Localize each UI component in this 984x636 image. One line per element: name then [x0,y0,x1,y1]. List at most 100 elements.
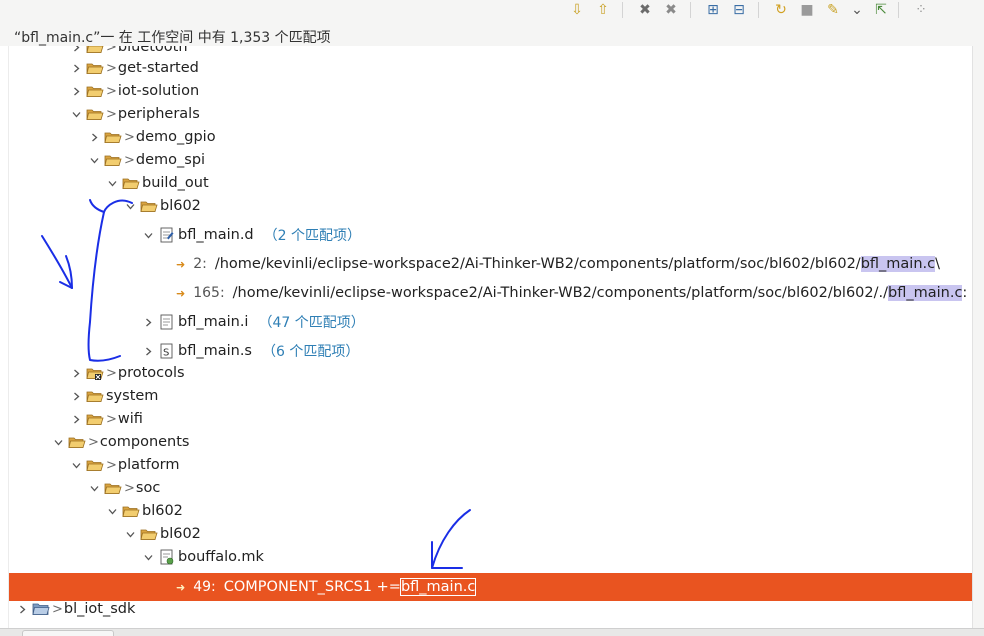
chevron-right-icon[interactable] [69,408,83,430]
chevron-right-icon[interactable] [87,126,101,148]
twisty-placeholder [159,253,173,275]
tree-row[interactable]: bouffalo.mk [9,546,973,568]
tree-item-label: protocols [117,365,185,381]
show-previous-searches-button[interactable]: ✎ [822,0,844,20]
chevron-down-icon[interactable] [141,224,155,246]
chevron-right-icon[interactable] [69,362,83,384]
tree-row[interactable]: bl602 [9,195,973,217]
tree-item-label: wifi [117,411,143,427]
vcs-dirty-marker: > [106,46,117,55]
match-line-number: 2: [193,256,207,272]
tree-row[interactable]: > bl_iot_sdk [9,598,973,620]
chevron-down-icon[interactable] [123,195,137,217]
chevron-down-icon[interactable] [87,477,101,499]
tree-item-label: bl_iot_sdk [63,601,136,617]
show-next-match-button[interactable]: ⇩ [566,0,588,20]
tree-row[interactable]: > soc [9,477,973,499]
collapse-all-button[interactable]: ⊟ [728,0,750,20]
svg-text:S: S [163,348,169,359]
tree-row[interactable]: bl602 [9,523,973,545]
search-results-tree[interactable]: > bluetooth > get-started > iot-solution > peri… [8,46,973,628]
vcs-dirty-marker: > [106,83,117,99]
tree-item-label: bl602 [160,198,201,214]
match-highlight: bfl_main.c [399,578,477,596]
tree-row[interactable]: > demo_gpio [9,126,973,148]
view-menu-button[interactable]: ⁘ [910,0,932,20]
tree-row[interactable]: > get-started [9,57,973,79]
twisty-placeholder [159,282,173,304]
tree-row[interactable]: > protocols [9,362,973,384]
chevron-down-icon[interactable] [141,546,155,568]
folder-icon [86,411,104,427]
vcs-dirty-marker: > [124,480,135,496]
folder-icon [140,526,158,542]
cancel-current-search-button[interactable]: ■ [796,0,818,20]
expand-all-button[interactable]: ⊞ [702,0,724,20]
tree-item-label: bl602 [142,503,183,519]
tree-item-label: build_out [142,175,209,191]
chevron-right-icon[interactable] [15,598,29,620]
assembly-file-icon: S [158,343,176,359]
tree-row[interactable]: > peripherals [9,103,973,125]
chevron-down-icon[interactable] [123,523,137,545]
tree-row[interactable]: bfl_main.d （2 个匹配项） [9,221,973,249]
match-line-number: 165: [193,285,225,301]
tree-item-label: platform [117,457,180,473]
vcs-dirty-marker: > [106,457,117,473]
folder-icon [86,83,104,99]
project-folder-icon [32,601,50,617]
tree-row[interactable]: bfl_main.i （47 个匹配项） [9,308,973,336]
match-line-suffix: \ [935,256,940,272]
chevron-right-icon[interactable] [69,80,83,102]
dependency-file-icon [158,227,176,243]
chevron-right-icon[interactable] [141,311,155,333]
folder-icon [68,434,86,450]
tree-item-label: iot-solution [117,83,200,99]
tree-row[interactable]: > iot-solution [9,80,973,102]
chevron-right-icon[interactable] [141,340,155,362]
chevron-down-icon[interactable] [105,172,119,194]
match-line-icon: ➜ [176,257,186,271]
run-current-search-again-button[interactable]: ↻ [770,0,792,20]
match-highlight: bfl_main.c [860,256,936,272]
chevron-down-icon[interactable] [51,431,65,453]
search-match-row[interactable]: ➜ 2: /home/kevinli/eclipse-workspace2/Ai-T… [9,250,973,278]
show-previous-match-button[interactable]: ⇧ [592,0,614,20]
match-line-text: COMPONENT_SRCS1 += [223,579,401,595]
chevron-down-icon[interactable] [105,500,119,522]
chevron-down-icon[interactable] [87,149,101,171]
twisty-placeholder [159,576,173,598]
vcs-dirty-marker: > [106,411,117,427]
chevron-down-icon[interactable] [69,454,83,476]
vcs-dirty-marker: > [124,152,135,168]
tree-row[interactable]: build_out [9,172,973,194]
chevron-down-icon[interactable] [69,103,83,125]
tree-row[interactable]: Sbfl_main.s （6 个匹配项） [9,337,973,365]
tree-item-label: system [106,388,159,404]
remove-all-matches-button[interactable]: ✖ [660,0,682,20]
bottom-panel-tab[interactable] [22,630,114,636]
tree-item-label: bfl_main.s [178,343,252,359]
tree-row[interactable]: bl602 [9,500,973,522]
tree-row[interactable]: > wifi [9,408,973,430]
vertical-scrollbar[interactable] [972,46,984,628]
tree-row[interactable]: > demo_spi [9,149,973,171]
folder-icon [104,129,122,145]
folder-icon [104,152,122,168]
tree-row[interactable]: > platform [9,454,973,476]
folder-icon [86,60,104,76]
tree-row[interactable]: system [9,385,973,407]
chevron-right-icon[interactable] [69,385,83,407]
match-line-icon: ➜ [176,286,186,300]
tree-row[interactable]: > components [9,431,973,453]
pin-search-view-button[interactable]: ⇱ [870,0,892,20]
vcs-dirty-marker: > [88,434,99,450]
toolbar-separator [898,2,899,18]
search-match-row[interactable]: ➜ 165: /home/kevinli/eclipse-workspace2/Ai… [9,279,973,307]
tree-item-label: bfl_main.d [178,227,254,243]
chevron-right-icon[interactable] [69,57,83,79]
history-dropdown-button[interactable]: ⌄ [846,0,868,20]
remove-selected-matches-button[interactable]: ✖ [634,0,656,20]
match-line-text: /home/kevinli/eclipse-workspace2/Ai-Thin… [232,285,889,301]
search-match-row[interactable]: ➜ 49: COMPONENT_SRCS1 += bfl_main.c [9,573,973,601]
